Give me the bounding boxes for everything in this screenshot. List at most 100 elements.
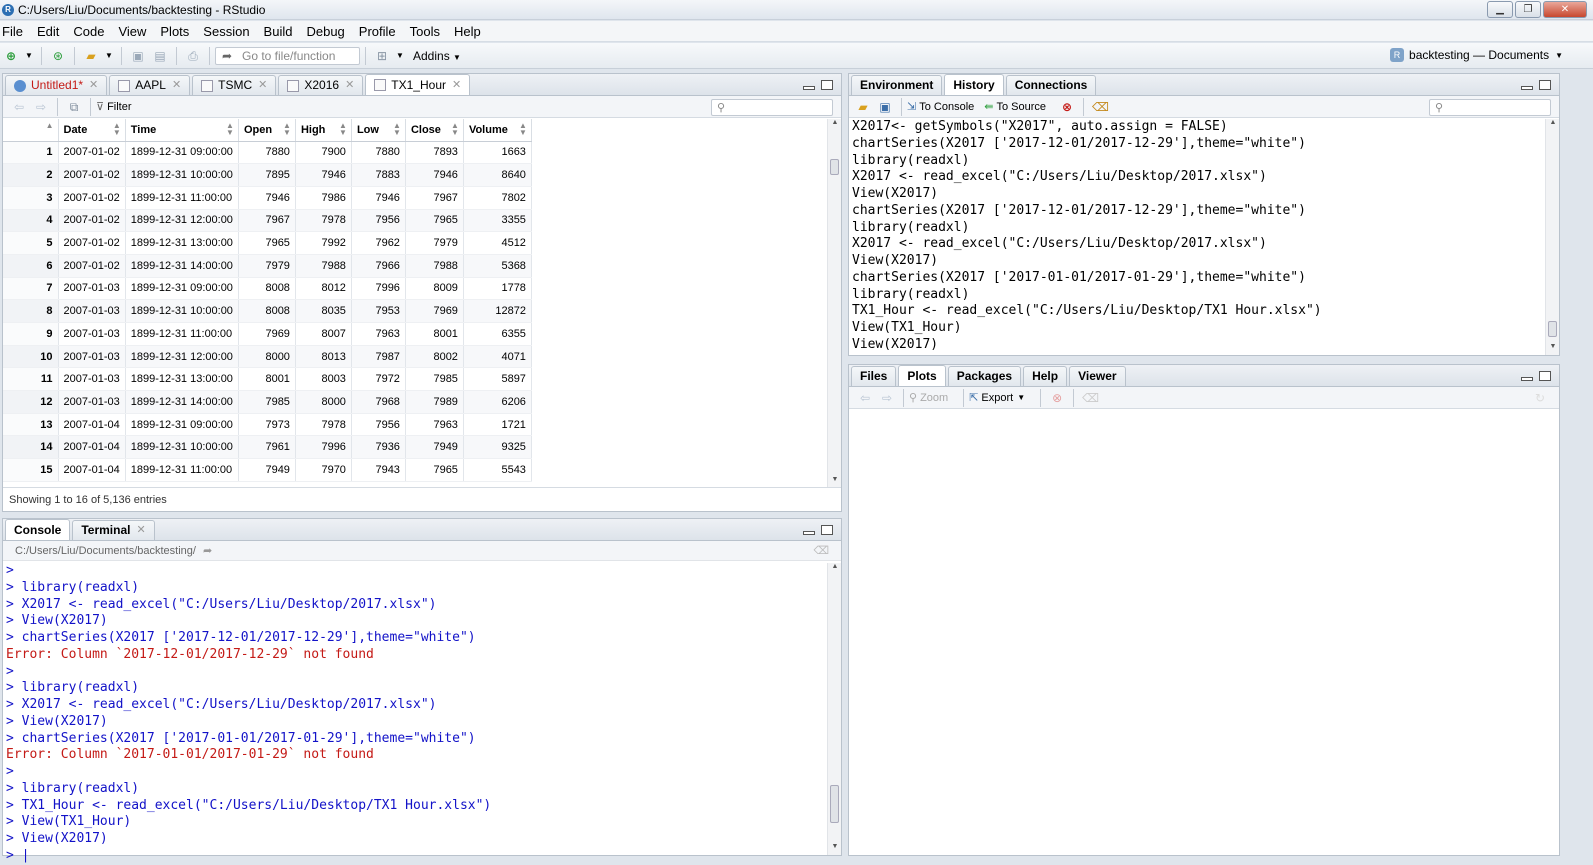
history-entry[interactable]: X2017 <- read_excel("C:/Users/Liu/Deskto… xyxy=(852,236,1322,253)
history-entry[interactable]: chartSeries(X2017 ['2017-01-01/2017-01-2… xyxy=(852,270,1322,287)
remove-entry-icon[interactable]: ⊗ xyxy=(1059,99,1075,115)
close-tab-icon[interactable]: ✕ xyxy=(345,76,354,95)
scroll-up-icon[interactable]: ▲ xyxy=(828,563,842,575)
tab-history[interactable]: History xyxy=(944,74,1004,95)
maximize-pane-icon[interactable] xyxy=(821,525,833,535)
new-file-icon[interactable]: ⊕ xyxy=(3,48,19,64)
export-button[interactable]: ⇱ Export ▼ xyxy=(969,391,1025,405)
filter-button[interactable]: ⊽ Filter xyxy=(96,100,132,114)
close-tab-icon[interactable]: ✕ xyxy=(258,76,267,95)
to-source-button[interactable]: ⇚ To Source xyxy=(984,100,1046,114)
menu-view[interactable]: View xyxy=(116,24,154,39)
tab-plots[interactable]: Plots xyxy=(898,365,946,386)
tab-viewer[interactable]: Viewer xyxy=(1069,366,1126,386)
history-entry[interactable]: library(readxl) xyxy=(852,153,1322,170)
clear-plots-broom-icon[interactable]: ⌫ xyxy=(1082,390,1099,406)
menu-session[interactable]: Session xyxy=(201,24,257,39)
history-entry[interactable]: View(X2017) xyxy=(852,337,1322,354)
popout-icon[interactable]: ⧉ xyxy=(66,99,82,115)
next-plot-icon[interactable]: ⇨ xyxy=(879,390,895,406)
tab-packages[interactable]: Packages xyxy=(947,366,1022,386)
menu-help[interactable]: Help xyxy=(452,24,489,39)
console-scrollbar[interactable]: ▲ ▼ xyxy=(827,563,841,855)
history-scrollbar[interactable]: ▲ ▼ xyxy=(1545,119,1559,355)
dropdown-arrow-icon[interactable]: ▼ xyxy=(25,48,33,64)
menu-tools[interactable]: Tools xyxy=(408,24,448,39)
history-entry[interactable]: X2017<- getSymbols("X2017", auto.assign … xyxy=(852,119,1322,136)
minimize-button[interactable]: ▁ xyxy=(1487,1,1513,18)
goto-file-input[interactable]: ➦ Go to file/function xyxy=(215,46,360,65)
previous-plot-icon[interactable]: ⇦ xyxy=(857,390,873,406)
tab-x2016[interactable]: X2016 ✕ xyxy=(278,75,364,95)
tab-connections[interactable]: Connections xyxy=(1005,75,1097,95)
goto-directory-icon[interactable]: ➦ xyxy=(203,545,212,557)
column-header[interactable]: Close ▲ ▼ xyxy=(405,119,464,142)
tab-untitled1[interactable]: Untitled1* ✕ xyxy=(5,75,108,95)
tab-aapl[interactable]: AAPL ✕ xyxy=(109,75,191,95)
clear-console-icon[interactable]: ⌫ xyxy=(813,541,829,561)
history-entry[interactable]: library(readxl) xyxy=(852,220,1322,237)
menu-profile[interactable]: Profile xyxy=(357,24,404,39)
history-entry[interactable]: chartSeries(X2017 ['2017-12-01/2017-12-2… xyxy=(852,136,1322,153)
maximize-button[interactable]: ❐ xyxy=(1515,1,1541,18)
history-list[interactable]: X2017<- getSymbols("X2017", auto.assign … xyxy=(852,119,1322,354)
maximize-pane-icon[interactable] xyxy=(821,80,833,90)
tab-tsmc[interactable]: TSMC ✕ xyxy=(192,75,277,95)
menu-edit[interactable]: Edit xyxy=(35,24,67,39)
close-tab-icon[interactable]: ✕ xyxy=(89,76,98,95)
minimize-pane-icon[interactable] xyxy=(1521,86,1533,90)
menu-plots[interactable]: Plots xyxy=(158,24,197,39)
maximize-pane-icon[interactable] xyxy=(1539,371,1551,381)
close-tab-icon[interactable]: ✕ xyxy=(172,76,181,95)
close-tab-icon[interactable]: ✕ xyxy=(452,76,461,95)
menu-file[interactable]: File xyxy=(0,24,31,39)
refresh-icon[interactable]: ↻ xyxy=(1532,390,1548,406)
row-number-header[interactable]: ▲ xyxy=(3,119,59,142)
new-project-icon[interactable]: ⊛ xyxy=(50,48,66,64)
remove-plot-icon[interactable]: ⊗ xyxy=(1049,390,1065,406)
column-header[interactable]: Time ▲ ▼ xyxy=(125,119,239,142)
tab-help[interactable]: Help xyxy=(1023,366,1068,386)
zoom-button[interactable]: ⚲ Zoom xyxy=(909,391,948,405)
back-arrow-icon[interactable]: ⇦ xyxy=(11,99,27,115)
minimize-pane-icon[interactable] xyxy=(803,86,815,90)
scroll-down-icon[interactable]: ▼ xyxy=(828,843,842,855)
dropdown-arrow-icon[interactable]: ▼ xyxy=(396,48,404,64)
scroll-thumb[interactable] xyxy=(1548,321,1557,337)
clear-history-broom-icon[interactable]: ⌫ xyxy=(1092,99,1109,115)
scroll-thumb[interactable] xyxy=(830,159,839,175)
dropdown-arrow-icon[interactable]: ▼ xyxy=(105,48,113,64)
history-entry[interactable]: library(readxl) xyxy=(852,287,1322,304)
column-header[interactable]: Date ▲ ▼ xyxy=(58,119,126,142)
scroll-thumb[interactable] xyxy=(830,785,839,823)
maximize-pane-icon[interactable] xyxy=(1539,80,1551,90)
minimize-pane-icon[interactable] xyxy=(803,531,815,535)
scroll-up-icon[interactable]: ▲ xyxy=(828,119,842,131)
close-button[interactable]: ✕ xyxy=(1543,1,1587,18)
tab-files[interactable]: Files xyxy=(851,366,897,386)
addins-button[interactable]: Addins ▼ xyxy=(413,49,461,63)
tab-tx1-hour[interactable]: TX1_Hour ✕ xyxy=(365,74,471,95)
scroll-down-icon[interactable]: ▼ xyxy=(1546,343,1560,355)
column-header[interactable]: Low ▲ ▼ xyxy=(351,119,406,142)
close-tab-icon[interactable]: ✕ xyxy=(136,521,145,540)
load-history-icon[interactable]: ▰ xyxy=(855,99,871,115)
minimize-pane-icon[interactable] xyxy=(1521,377,1533,381)
tab-environment[interactable]: Environment xyxy=(851,75,943,95)
table-scrollbar[interactable]: ▲ ▼ xyxy=(827,119,841,488)
tab-console[interactable]: Console xyxy=(5,519,71,540)
menu-build[interactable]: Build xyxy=(262,24,301,39)
data-search-input[interactable]: ⚲ xyxy=(711,99,833,116)
scroll-up-icon[interactable]: ▲ xyxy=(1546,119,1560,131)
to-console-button[interactable]: ⇲ To Console xyxy=(907,100,974,114)
column-header[interactable]: Open ▲ ▼ xyxy=(238,119,296,142)
menu-code[interactable]: Code xyxy=(71,24,112,39)
save-icon[interactable]: ▣ xyxy=(130,48,146,64)
column-header[interactable]: Volume ▲ ▼ xyxy=(463,119,532,142)
history-entry[interactable]: View(X2017) xyxy=(852,253,1322,270)
history-search-input[interactable]: ⚲ xyxy=(1429,99,1551,116)
column-header[interactable]: High ▲ ▼ xyxy=(295,119,352,142)
history-entry[interactable]: X2017 <- read_excel("C:/Users/Liu/Deskto… xyxy=(852,169,1322,186)
history-entry[interactable]: TX1_Hour <- read_excel("C:/Users/Liu/Des… xyxy=(852,303,1322,320)
open-folder-icon[interactable]: ▰ xyxy=(83,48,99,64)
